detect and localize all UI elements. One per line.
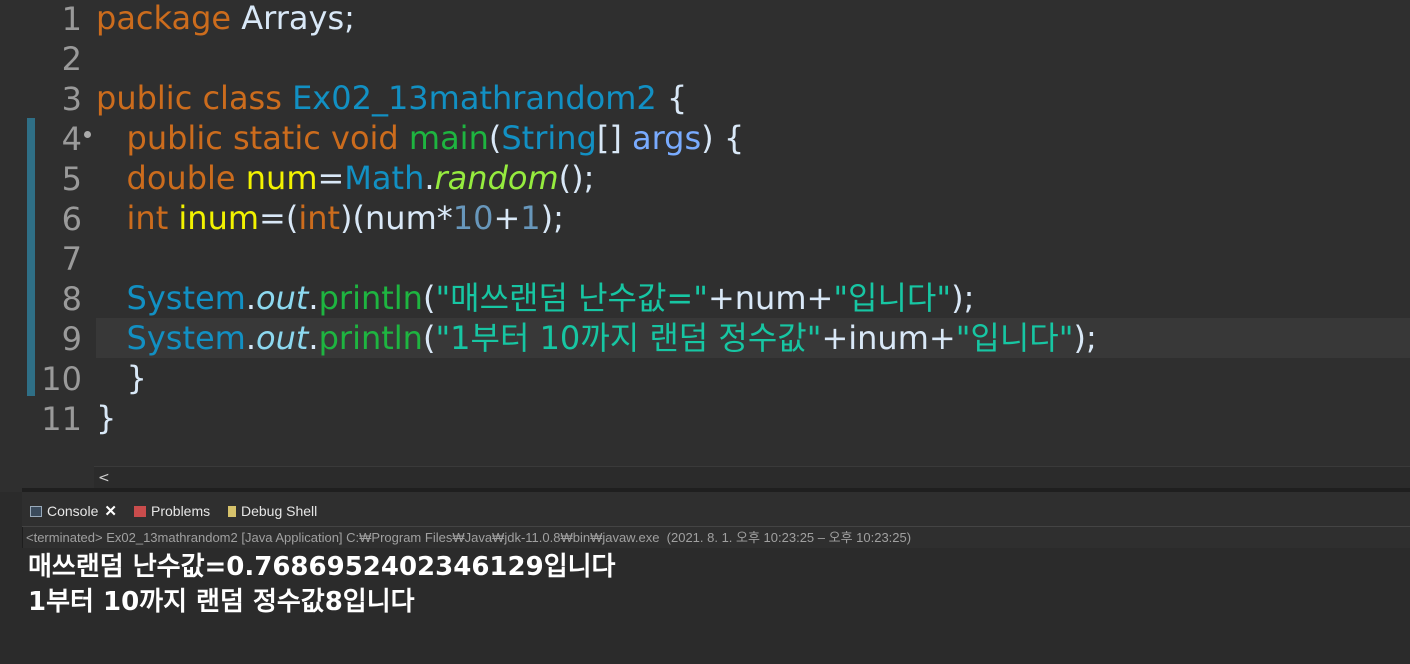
line-number: 10 <box>41 360 82 398</box>
line-number: 3 <box>61 80 82 118</box>
tab-problems[interactable]: Problems <box>130 492 214 526</box>
line-number: 5 <box>61 160 82 198</box>
line-number: 2 <box>61 40 82 78</box>
code-token: +inum+ <box>821 319 956 357</box>
code-token: main <box>408 119 489 157</box>
console-output-line: 1부터 10까지 랜덤 정수값8입니다 <box>28 587 415 617</box>
code-token: args <box>631 119 702 157</box>
code-token: "입니다" <box>833 279 952 317</box>
horizontal-scrollbar[interactable]: < <box>94 466 1410 489</box>
code-token: random <box>434 159 559 197</box>
code-token: num* <box>365 199 453 237</box>
tab-debug-shell[interactable]: Debug Shell <box>224 492 321 526</box>
code-token: "1부터 10까지 랜덤 정수값" <box>435 319 822 357</box>
code-token: double <box>126 159 246 197</box>
code-line[interactable]: int inum=(int)(num*10+1); <box>96 198 564 238</box>
code-line[interactable]: public static void main(String[] args) { <box>96 118 745 158</box>
code-line[interactable]: System.out.println("1부터 10까지 랜덤 정수값"+inu… <box>96 318 1097 358</box>
code-token: . <box>245 319 257 357</box>
view-tab-bar: Console ✕ Problems Debug Shell <box>22 492 1410 527</box>
line-number: 11 <box>41 400 82 438</box>
console-output[interactable]: 매쓰랜덤 난수값=0.7686952402346129입니다 1부터 10까지 … <box>22 548 1410 664</box>
fold-collapse-icon[interactable] <box>84 131 91 138</box>
code-token: } <box>96 399 117 437</box>
line-number: 4 <box>61 120 82 158</box>
problems-icon <box>134 506 146 517</box>
code-token: println <box>318 319 423 357</box>
debug-shell-icon <box>228 506 236 517</box>
code-token: )( <box>340 199 366 237</box>
code-token: =( <box>259 199 299 237</box>
close-icon[interactable]: ✕ <box>104 503 117 520</box>
code-token: 10 <box>452 199 494 237</box>
code-token: public class <box>96 79 293 117</box>
code-token: (); <box>558 159 595 197</box>
code-token: out <box>256 279 309 317</box>
code-text-area[interactable]: package Arrays; public class Ex02_13mathr… <box>96 0 1410 466</box>
line-number: 9 <box>61 320 82 358</box>
code-token: Arrays; <box>241 0 355 37</box>
code-token: ); <box>1073 319 1097 357</box>
code-line[interactable]: } <box>96 358 147 398</box>
tab-problems-label: Problems <box>151 503 211 519</box>
code-token: ); <box>540 199 564 237</box>
code-line[interactable]: double num=Math.random(); <box>96 158 595 198</box>
code-token: Math <box>344 159 425 197</box>
code-token: String <box>501 119 597 157</box>
code-token: . <box>424 159 435 197</box>
code-token: Ex02_13mathrandom2 <box>292 79 657 117</box>
code-token: System <box>126 279 246 317</box>
code-token: num <box>245 159 318 197</box>
code-token: System <box>126 319 246 357</box>
code-token: . <box>245 279 257 317</box>
code-token: ); <box>951 279 975 317</box>
line-number: 8 <box>61 280 82 318</box>
code-token: ( <box>422 319 436 357</box>
code-editor[interactable]: 1 2 3 4 5 6 7 8 9 10 11 package Arrays; p… <box>0 0 1410 492</box>
line-number: 6 <box>61 200 82 238</box>
code-token: + <box>493 199 521 237</box>
console-output-line: 매쓰랜덤 난수값=0.7686952402346129입니다 <box>28 552 616 582</box>
tab-console[interactable]: Console ✕ <box>26 492 121 526</box>
code-token: = <box>317 159 345 197</box>
console-icon <box>30 506 42 517</box>
line-number: 1 <box>61 0 82 38</box>
line-number: 7 <box>61 240 82 278</box>
code-token: "입니다" <box>955 319 1074 357</box>
code-token: ( <box>488 119 502 157</box>
tab-debug-shell-label: Debug Shell <box>241 503 318 519</box>
code-token: [] <box>596 119 632 157</box>
code-line[interactable]: public class Ex02_13mathrandom2 { <box>96 78 687 118</box>
code-token: { <box>656 79 688 117</box>
code-token: "매쓰랜덤 난수값=" <box>435 279 708 317</box>
code-token: ( <box>422 279 436 317</box>
code-token: . <box>308 279 319 317</box>
code-token: package <box>96 0 242 37</box>
scroll-left-arrow-icon[interactable]: < <box>98 467 110 489</box>
code-token: int <box>298 199 341 237</box>
code-token: int <box>126 199 179 237</box>
code-token: public static void <box>126 119 409 157</box>
code-token: 1 <box>520 199 541 237</box>
code-token: ) { <box>701 119 745 157</box>
code-token: } <box>96 359 147 397</box>
code-line[interactable]: System.out.println("매쓰랜덤 난수값="+num+"입니다"… <box>96 278 975 318</box>
code-token: out <box>256 319 309 357</box>
code-token: +num+ <box>707 279 834 317</box>
console-status-line: <terminated> Ex02_13mathrandom2 [Java Ap… <box>26 530 912 545</box>
tab-console-label: Console <box>47 503 99 519</box>
code-line[interactable]: package Arrays; <box>96 0 355 38</box>
code-token: inum <box>178 199 260 237</box>
code-token: println <box>318 279 423 317</box>
change-indicator-bar <box>27 118 35 396</box>
code-token: . <box>308 319 319 357</box>
code-line[interactable]: } <box>96 398 116 438</box>
